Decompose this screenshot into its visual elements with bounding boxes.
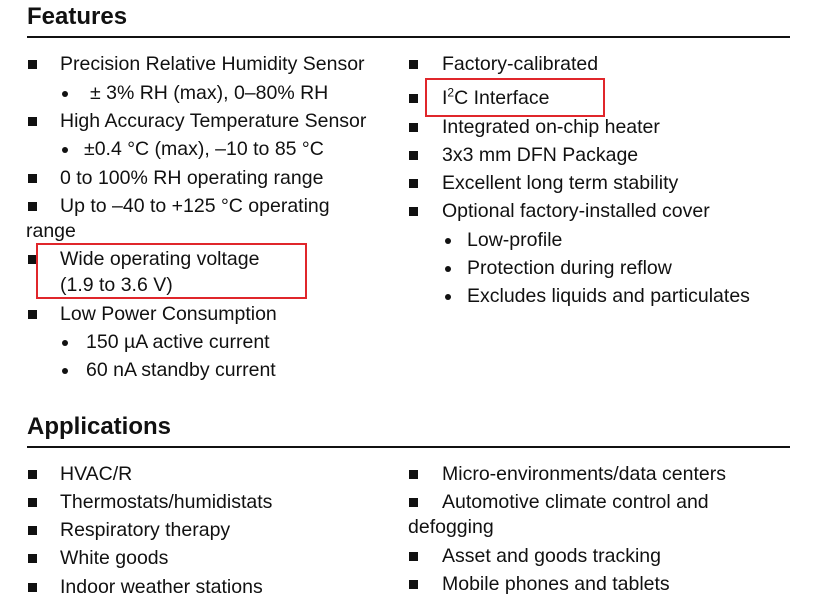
square-bullet-icon <box>409 94 418 103</box>
applications-heading: Applications <box>27 413 172 440</box>
square-bullet-icon <box>409 470 418 479</box>
square-bullet-icon <box>28 117 37 126</box>
square-bullet-icon <box>409 60 418 69</box>
application-item: Thermostats/humidistats <box>60 491 273 513</box>
features-divider <box>27 36 790 38</box>
dot-bullet-icon <box>445 294 451 300</box>
features-heading: Features <box>27 3 128 30</box>
application-item-continued: defogging <box>408 516 494 538</box>
feature-item: 3x3 mm DFN Package <box>442 144 639 166</box>
application-item: Mobile phones and tablets <box>442 573 670 595</box>
feature-item: Low Power Consumption <box>60 303 277 325</box>
application-item: HVAC/R <box>60 463 133 485</box>
highlight-box-voltage <box>36 243 307 299</box>
square-bullet-icon <box>28 310 37 319</box>
feature-item: Optional factory-installed cover <box>442 200 710 222</box>
dot-bullet-icon <box>62 147 68 153</box>
square-bullet-icon <box>28 498 37 507</box>
feature-subitem: Low-profile <box>467 229 563 251</box>
feature-item: Up to –40 to +125 °C operating <box>60 195 330 217</box>
application-item: Indoor weather stations <box>60 576 263 598</box>
feature-item: Integrated on-chip heater <box>442 116 660 138</box>
square-bullet-icon <box>409 207 418 216</box>
feature-item-continued: range <box>26 220 76 242</box>
feature-subitem: Excludes liquids and particulates <box>467 285 750 307</box>
square-bullet-icon <box>28 554 37 563</box>
dot-bullet-icon <box>445 266 451 272</box>
feature-subitem: ± 3% RH (max), 0–80% RH <box>90 82 329 104</box>
square-bullet-icon <box>28 60 37 69</box>
highlight-box-i2c <box>425 78 605 117</box>
application-item: Asset and goods tracking <box>442 545 661 567</box>
application-item: Automotive climate control and <box>442 491 709 513</box>
square-bullet-icon <box>409 580 418 589</box>
feature-subitem: 60 nA standby current <box>86 359 276 381</box>
application-item: Micro-environments/data centers <box>442 463 726 485</box>
applications-divider <box>27 446 790 448</box>
dot-bullet-icon <box>62 91 68 97</box>
square-bullet-icon <box>409 552 418 561</box>
square-bullet-icon <box>28 470 37 479</box>
feature-subitem: ±0.4 °C (max), –10 to 85 °C <box>84 138 324 160</box>
square-bullet-icon <box>409 498 418 507</box>
dot-bullet-icon <box>445 238 451 244</box>
dot-bullet-icon <box>62 340 68 346</box>
application-item: White goods <box>60 547 169 569</box>
feature-subitem: Protection during reflow <box>467 257 672 279</box>
square-bullet-icon <box>409 151 418 160</box>
square-bullet-icon <box>28 202 37 211</box>
square-bullet-icon <box>409 123 418 132</box>
feature-subitem: 150 µA active current <box>86 331 270 353</box>
feature-item: 0 to 100% RH operating range <box>60 167 324 189</box>
square-bullet-icon <box>28 174 37 183</box>
square-bullet-icon <box>409 179 418 188</box>
square-bullet-icon <box>28 583 37 592</box>
application-item: Respiratory therapy <box>60 519 231 541</box>
feature-item: High Accuracy Temperature Sensor <box>60 110 367 132</box>
feature-item: Factory-calibrated <box>442 53 599 75</box>
dot-bullet-icon <box>62 368 68 374</box>
square-bullet-icon <box>28 526 37 535</box>
feature-item: Excellent long term stability <box>442 172 679 194</box>
feature-item: Precision Relative Humidity Sensor <box>60 53 365 75</box>
